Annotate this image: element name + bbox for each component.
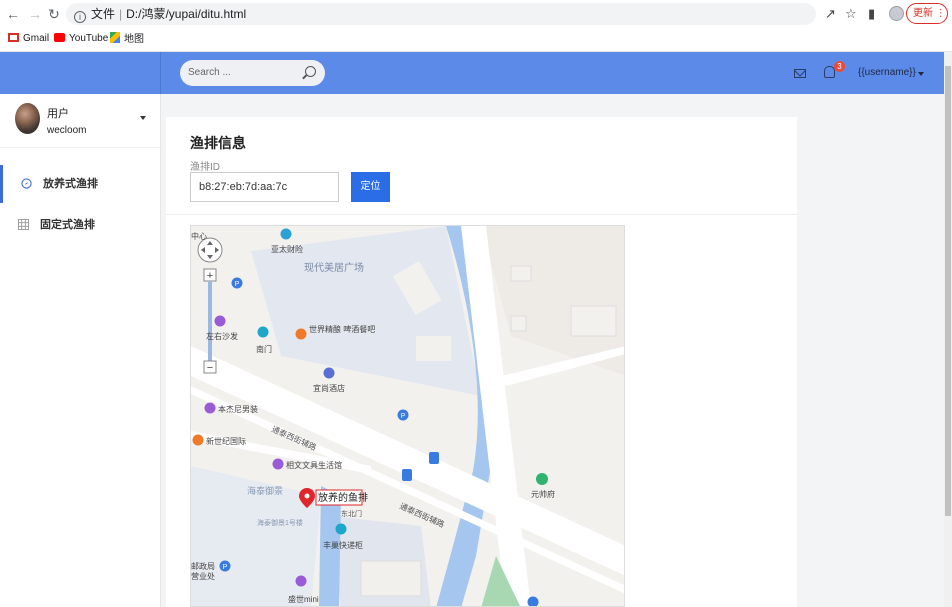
share-icon[interactable]: ↗ [825, 6, 836, 22]
compass-icon [21, 178, 32, 189]
star-icon[interactable]: ☆ [845, 6, 857, 22]
map-label: 海泰御景 [247, 485, 283, 496]
top-navbar: Search ... 3 {{username}} [0, 52, 944, 94]
map-label: 新世纪国际 [206, 436, 246, 446]
sidebar-item-label: 放养式渔排 [43, 178, 98, 190]
svg-text:−: − [207, 362, 213, 374]
map-label: 世界精酿 啤酒餐吧 [309, 324, 375, 334]
id-field-label: 渔排ID [190, 162, 220, 173]
svg-text:P: P [223, 564, 228, 571]
map-label: 左右沙发 [206, 331, 238, 341]
reload-icon[interactable]: ↻ [45, 5, 63, 23]
address-row: ← → ↻ i 文件 | D:/鸿蒙/yupai/ditu.html ↗ ☆ ▮ 更新… [0, 0, 952, 28]
sidebar: 用户 wecloom 放养式渔排 固定式渔排 [0, 94, 161, 607]
fishraft-marker[interactable]: 放养的鱼排 [299, 488, 368, 508]
bookmark-gmail[interactable]: Gmail [8, 32, 49, 46]
divider [166, 214, 797, 215]
maps-icon [110, 32, 120, 43]
search-icon[interactable] [305, 66, 316, 77]
brand-area [0, 52, 161, 94]
marker-label: 放养的鱼排 [318, 491, 368, 504]
map-label: 元帅府 [531, 489, 555, 499]
back-icon[interactable]: ← [4, 5, 22, 23]
notification-badge: 3 [834, 61, 845, 72]
svg-text:P: P [235, 281, 240, 288]
bookmark-maps[interactable]: 地图 [110, 32, 144, 47]
map-label: 东北门 [341, 509, 362, 518]
address-path: D:/鸿蒙/yupai/ditu.html [126, 7, 247, 21]
profile-icon[interactable] [889, 6, 904, 21]
chevron-down-icon[interactable] [140, 116, 146, 120]
page-title: 渔排信息 [190, 135, 246, 151]
raft-id-input[interactable]: b8:27:eb:7d:aa:7c [190, 172, 339, 202]
map-label: 盛世mini [288, 594, 319, 604]
map-label: 海泰御景1号楼 [257, 518, 303, 527]
forward-icon[interactable]: → [26, 5, 44, 23]
map-label: 宜尚酒店 [313, 383, 345, 393]
map-label: 邮政局 [191, 561, 215, 571]
map-label: 丰巢快递柜 [323, 540, 363, 550]
browser-chrome: ← → ↻ i 文件 | D:/鸿蒙/yupai/ditu.html ↗ ☆ ▮ 更新… [0, 0, 952, 52]
username-menu[interactable]: {{username}} [858, 67, 916, 78]
map-label: 南门 [256, 344, 272, 354]
sidebar-item-label: 固定式渔排 [40, 219, 95, 231]
map-label: 亚太财险 [271, 244, 303, 254]
address-bar[interactable]: i 文件 | D:/鸿蒙/yupai/ditu.html [66, 3, 816, 25]
sidepanel-icon[interactable]: ▮ [868, 6, 875, 22]
fishraft-info-card: 渔排信息 渔排ID b8:27:eb:7d:aa:7c 定位 + − P P P… [166, 117, 797, 607]
app: Search ... 3 {{username}} 用户 wecloom 放养式… [0, 52, 952, 607]
gmail-icon [8, 33, 19, 42]
bookmark-label: YouTube [69, 33, 109, 44]
user-name: wecloom [47, 125, 87, 136]
bookmark-label: Gmail [23, 33, 50, 44]
sidebar-item-fixed[interactable]: 固定式渔排 [0, 206, 161, 244]
map-label: 相文文具生活馆 [286, 460, 342, 470]
info-icon[interactable]: i [74, 11, 86, 23]
scrollbar-thumb[interactable] [945, 66, 951, 516]
chevron-down-icon[interactable] [918, 72, 924, 76]
avatar [15, 103, 40, 134]
sidebar-item-free-range[interactable]: 放养式渔排 [0, 165, 161, 203]
mail-icon[interactable] [794, 69, 806, 78]
map-view[interactable]: + − P P P 现代美居广场 亚太财险 左右沙发 南门 世界精酿 啤酒餐吧 … [190, 225, 625, 607]
map-label: 本杰尼男装 [218, 404, 258, 414]
map-label: 现代美居广场 [304, 261, 364, 274]
user-panel[interactable]: 用户 wecloom [0, 94, 161, 148]
map-label: 中心 [191, 231, 207, 241]
address-prefix: 文件 [91, 7, 116, 21]
search-input[interactable]: Search ... [180, 60, 325, 86]
update-button[interactable]: 更新 ⋮ [906, 3, 948, 24]
map-label: 营业处 [191, 571, 215, 581]
map-canvas: + − P P P 现代美居广场 亚太财险 左右沙发 南门 世界精酿 啤酒餐吧 … [191, 226, 624, 606]
user-title: 用户 [47, 108, 69, 120]
bookmark-label: 地图 [124, 34, 144, 45]
search-placeholder: Search ... [188, 67, 231, 78]
svg-text:P: P [401, 413, 406, 420]
bookmark-youtube[interactable]: YouTube [54, 32, 108, 46]
locate-button[interactable]: 定位 [351, 172, 390, 202]
grid-icon [18, 219, 29, 230]
update-label: 更新 [913, 8, 933, 19]
youtube-icon [54, 33, 65, 42]
svg-text:+: + [207, 270, 213, 282]
